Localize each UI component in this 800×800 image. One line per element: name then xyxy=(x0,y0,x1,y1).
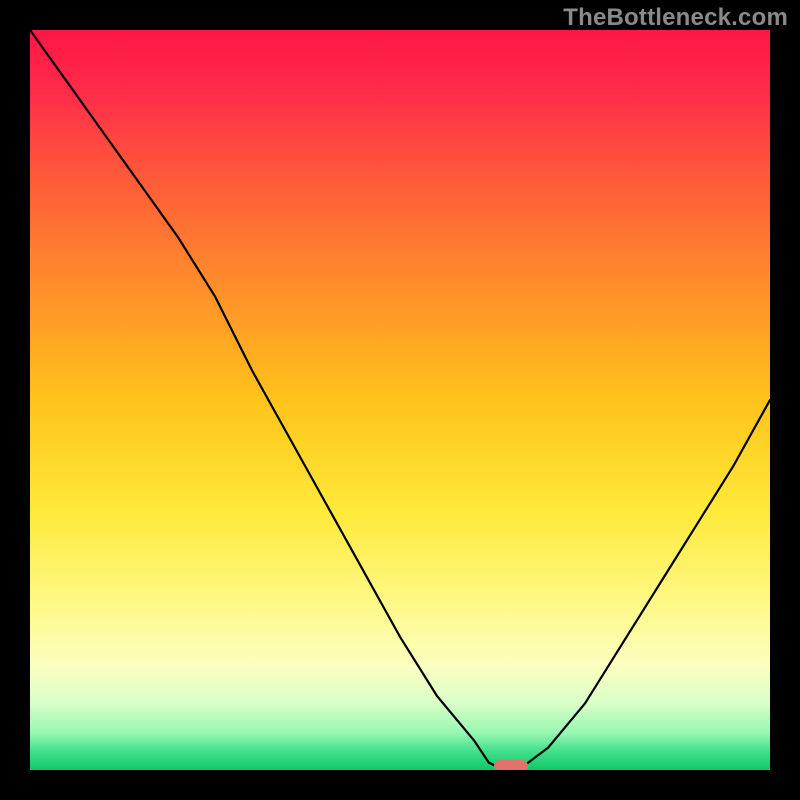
gradient-background xyxy=(30,30,770,770)
plot-area xyxy=(30,30,770,770)
watermark-text: TheBottleneck.com xyxy=(563,4,788,32)
bottleneck-chart xyxy=(30,30,770,770)
chart-frame: TheBottleneck.com xyxy=(0,0,800,800)
optimal-marker xyxy=(494,760,528,770)
